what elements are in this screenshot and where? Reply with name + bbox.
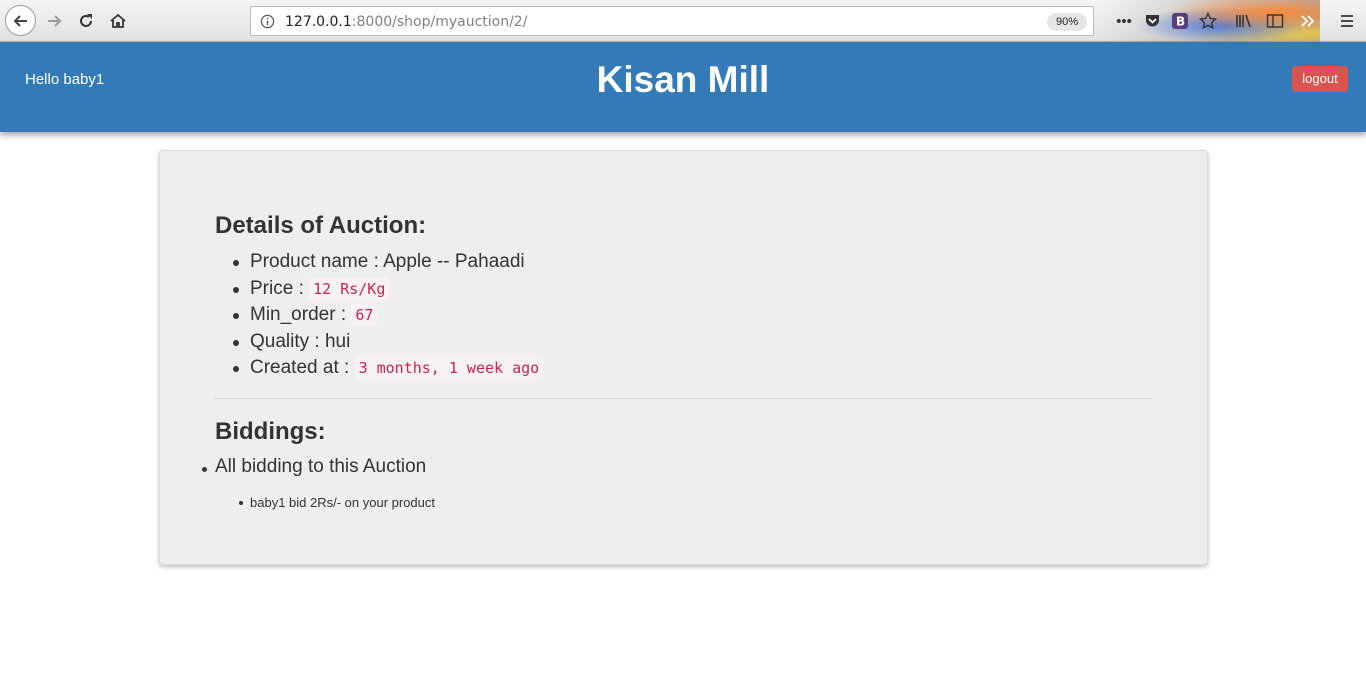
min-order-value: 67 bbox=[351, 304, 378, 326]
biddings-heading: Biddings: bbox=[215, 418, 326, 445]
detail-created-at: Created at : 3 months, 1 week ago bbox=[233, 355, 544, 382]
section-divider bbox=[214, 398, 1152, 399]
detail-product-name: Product name : Apple -- Pahaadi bbox=[233, 249, 543, 276]
bid-list-item: baby1 bid 2Rs/- on your product bbox=[239, 495, 435, 510]
forward-icon bbox=[48, 15, 62, 27]
logout-button[interactable]: logout bbox=[1292, 66, 1348, 92]
reload-icon bbox=[80, 14, 92, 27]
reload-button[interactable] bbox=[72, 7, 100, 35]
price-value: 12 Rs/Kg bbox=[309, 277, 390, 300]
pocket-icon[interactable] bbox=[1142, 11, 1162, 31]
created-at-value: 3 months, 1 week ago bbox=[354, 357, 544, 379]
back-icon bbox=[13, 14, 27, 27]
home-icon bbox=[110, 13, 126, 28]
url-bar[interactable]: 127.0.0.1:8000/shop/myauction/2/ 90% bbox=[250, 6, 1094, 36]
site-header: Hello baby1 Kisan Mill logout bbox=[0, 42, 1366, 132]
detail-price: Price : 12 Rs/Kg bbox=[233, 276, 543, 303]
browser-toolbar: 127.0.0.1:8000/shop/myauction/2/ 90% •••… bbox=[0, 0, 1366, 42]
overflow-icon[interactable] bbox=[1298, 11, 1318, 31]
zoom-level[interactable]: 90% bbox=[1047, 13, 1087, 31]
library-icon[interactable] bbox=[1234, 11, 1254, 31]
forward-button[interactable] bbox=[40, 7, 68, 35]
back-button[interactable] bbox=[5, 5, 36, 36]
home-button[interactable] bbox=[104, 7, 132, 35]
auction-details-list: Product name : Apple -- Pahaadi Price : … bbox=[233, 249, 544, 382]
bootstrap-extension-icon[interactable]: B bbox=[1170, 11, 1190, 31]
auction-card: Details of Auction: Product name : Apple… bbox=[159, 150, 1208, 565]
more-icon[interactable]: ••• bbox=[1114, 11, 1134, 31]
biddings-summary: All bidding to this Auction bbox=[202, 456, 426, 478]
detail-min-order: Min_order : 67 bbox=[233, 302, 543, 329]
info-icon bbox=[260, 14, 275, 29]
url-text: 127.0.0.1:8000/shop/myauction/2/ bbox=[285, 14, 528, 30]
site-title[interactable]: Kisan Mill bbox=[0, 59, 1366, 101]
detail-quality: Quality : hui bbox=[233, 329, 543, 356]
menu-icon[interactable] bbox=[1337, 11, 1357, 31]
sidebar-icon[interactable] bbox=[1265, 11, 1285, 31]
svg-text:B: B bbox=[1176, 15, 1185, 29]
auction-details-heading: Details of Auction: bbox=[215, 212, 427, 239]
bookmark-star-icon[interactable] bbox=[1198, 11, 1218, 31]
